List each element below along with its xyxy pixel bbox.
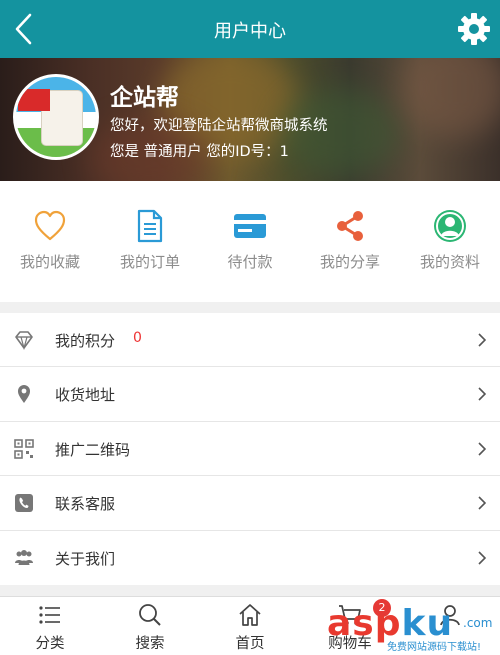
user-info: 您是 普通用户 您的ID号：1 bbox=[110, 144, 289, 160]
home-icon bbox=[239, 604, 261, 626]
group-icon bbox=[15, 549, 33, 565]
qrcode-icon bbox=[14, 438, 34, 459]
menu-item-points[interactable]: 我的积分 0 bbox=[0, 313, 500, 368]
shortcut-grid: 我的收藏 我的订单 待付款 我的分享 我的资料 bbox=[0, 181, 500, 302]
top-bar: 用户中心 bbox=[0, 0, 500, 58]
shortcut-label: 待付款 bbox=[227, 253, 273, 271]
tab-search[interactable]: 搜索 bbox=[100, 597, 200, 655]
search-icon bbox=[139, 604, 161, 626]
page-title: 用户中心 bbox=[214, 21, 286, 42]
shortcut-label: 我的分享 bbox=[319, 253, 380, 271]
tab-categories[interactable]: 分类 bbox=[0, 597, 100, 655]
shortcut-profile[interactable]: 我的资料 bbox=[400, 181, 500, 302]
tab-home[interactable]: 首页 bbox=[200, 597, 300, 655]
menu-item-qrcode[interactable]: 推广二维码 bbox=[0, 422, 500, 477]
user-icon bbox=[434, 210, 466, 242]
gear-icon[interactable] bbox=[456, 11, 492, 47]
menu-item-label: 收货地址 bbox=[55, 386, 116, 405]
menu-item-about[interactable]: 关于我们 bbox=[0, 531, 500, 585]
tab-label: 搜索 bbox=[135, 636, 165, 652]
shortcut-orders[interactable]: 我的订单 bbox=[100, 181, 200, 302]
shortcut-label: 我的订单 bbox=[119, 253, 180, 271]
list-icon bbox=[39, 606, 60, 624]
menu-item-label: 联系客服 bbox=[55, 495, 116, 514]
heart-icon bbox=[34, 210, 66, 241]
shortcut-pending-payment[interactable]: 待付款 bbox=[200, 181, 300, 302]
menu-item-customer-service[interactable]: 联系客服 bbox=[0, 476, 500, 531]
menu-list: 我的积分 0 收货地址 推广二维码 联系客服 关于我们 bbox=[0, 313, 500, 585]
menu-item-label: 推广二维码 bbox=[55, 440, 131, 459]
user-name: 企站帮 bbox=[110, 85, 179, 111]
shortcut-share[interactable]: 我的分享 bbox=[300, 181, 400, 302]
watermark-domain: .com bbox=[463, 616, 493, 630]
menu-item-label: 关于我们 bbox=[55, 549, 116, 568]
avatar[interactable] bbox=[13, 74, 99, 160]
menu-item-label: 我的积分 bbox=[55, 332, 116, 350]
document-icon bbox=[137, 209, 163, 243]
welcome-text: 您好，欢迎登陆企站帮微商城系统 bbox=[110, 118, 328, 134]
diamond-icon bbox=[15, 331, 33, 350]
watermark-logo: aspku .com 免费网站源码下载站! bbox=[327, 606, 500, 655]
chevron-right-icon bbox=[478, 333, 486, 347]
shortcut-label: 我的资料 bbox=[419, 253, 480, 271]
phone-icon bbox=[15, 494, 33, 513]
shortcut-favorites[interactable]: 我的收藏 bbox=[0, 181, 100, 302]
chevron-right-icon bbox=[478, 550, 486, 565]
chevron-right-icon bbox=[478, 442, 486, 456]
menu-item-address[interactable]: 收货地址 bbox=[0, 367, 500, 422]
chevron-right-icon bbox=[478, 496, 486, 510]
points-count: 0 bbox=[133, 330, 142, 346]
shortcut-label: 我的收藏 bbox=[19, 253, 80, 271]
tab-label: 分类 bbox=[35, 636, 65, 652]
tab-label: 首页 bbox=[235, 636, 265, 652]
share-icon bbox=[337, 211, 363, 241]
location-icon bbox=[18, 385, 30, 404]
watermark-subtitle: 免费网站源码下载站! bbox=[387, 642, 482, 653]
chevron-right-icon bbox=[478, 387, 486, 401]
card-icon bbox=[234, 214, 266, 238]
